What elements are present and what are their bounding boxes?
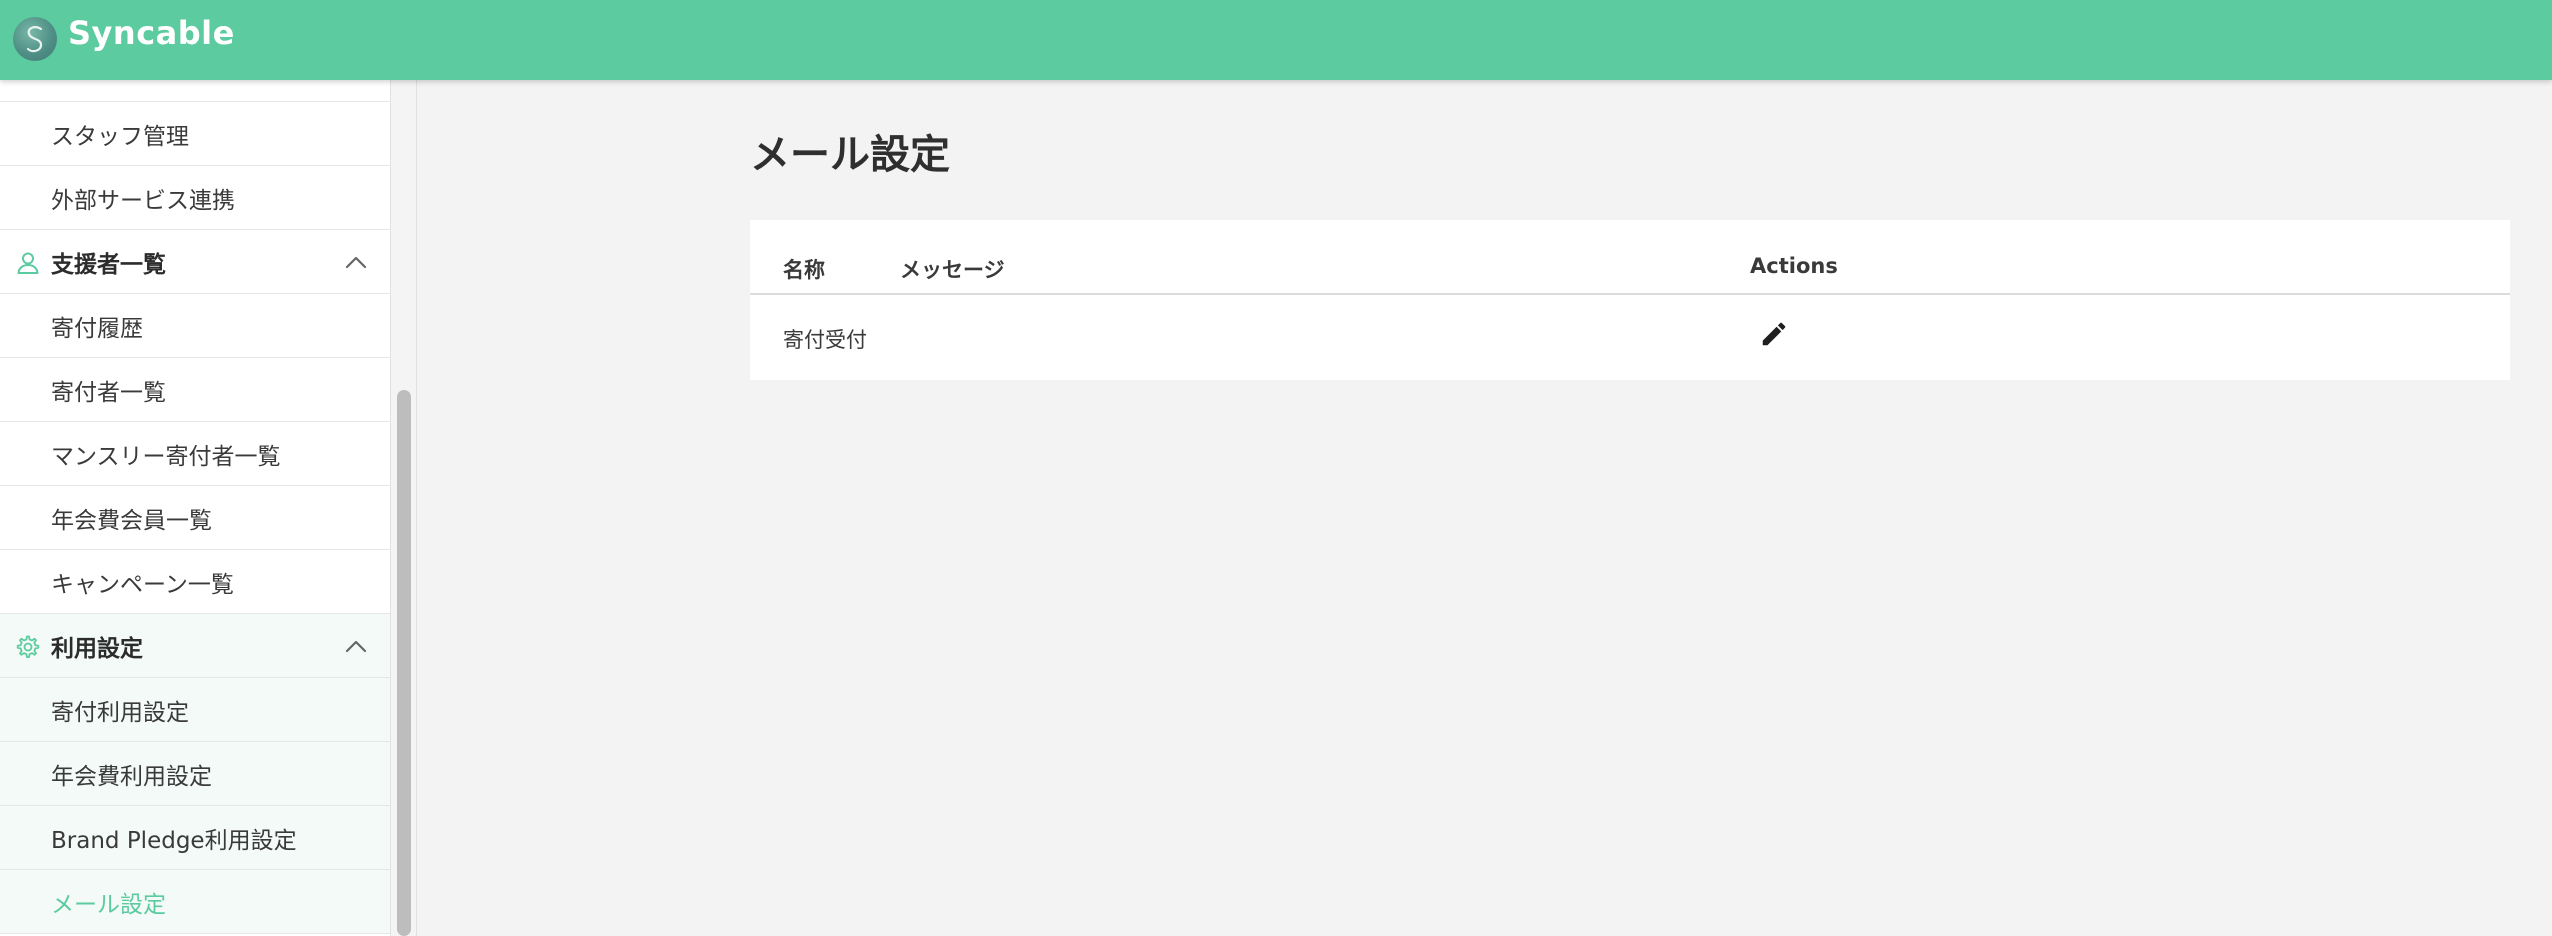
sidebar-item-partial [0,80,390,102]
chevron-up-icon[interactable] [344,636,368,656]
sidebar-item-monthly-donors[interactable]: マンスリー寄付者一覧 [0,422,390,486]
sidebar-item-donation-settings[interactable]: 寄付利用設定 [0,678,390,742]
sidebar-item-campaigns[interactable]: キャンペーン一覧 [0,550,390,614]
sidebar-item-label: 寄付者一覧 [51,379,166,406]
sidebar-item-label: 外部サービス連携 [51,187,235,214]
gear-icon [15,634,41,660]
sidebar-item-label: 寄付利用設定 [51,699,189,726]
sidebar-group-label: 支援者一覧 [51,251,166,278]
column-header-actions: Actions [1750,254,1838,278]
sidebar-item-label: 年会費利用設定 [51,763,212,790]
sidebar-item-mail-settings[interactable]: メール設定 [0,870,390,934]
cell-name: 寄付受付 [783,328,867,352]
sidebar-item-external-services[interactable]: 外部サービス連携 [0,166,390,230]
sidebar-item-annual-fee-settings[interactable]: 年会費利用設定 [0,742,390,806]
edit-button[interactable] [1752,314,1796,358]
chevron-up-icon[interactable] [344,252,368,272]
syncable-logo-icon[interactable] [13,17,57,61]
sidebar-scrollbar-thumb[interactable] [397,390,411,936]
page-title: メール設定 [750,132,950,178]
sidebar-group-label: 利用設定 [51,635,143,662]
sidebar-item-annual-members[interactable]: 年会費会員一覧 [0,486,390,550]
sidebar-item-brand-pledge-settings[interactable]: Brand Pledge利用設定 [0,806,390,870]
sidebar-item-donors[interactable]: 寄付者一覧 [0,358,390,422]
sidebar-item-label: キャンペーン一覧 [51,571,234,598]
sidebar-item-label: 年会費会員一覧 [51,507,212,534]
brand-name[interactable]: Syncable [68,14,235,52]
sidebar-item-label: マンスリー寄付者一覧 [51,443,281,470]
sidebar-item-label: 寄付履歴 [51,315,143,342]
table-header-divider [750,293,2510,295]
column-header-name: 名称 [783,258,825,282]
sidebar-item-donation-history[interactable]: 寄付履歴 [0,294,390,358]
top-app-bar: Syncable [0,0,2552,80]
pencil-icon [1759,319,1789,353]
sidebar-item-label: スタッフ管理 [51,123,189,150]
sidebar-nav: スタッフ管理 外部サービス連携 支援者一覧 寄付履歴 寄付者一覧 マンスリー寄付… [0,80,390,936]
sidebar-item-label: Brand Pledge利用設定 [51,827,297,854]
sidebar-group-settings[interactable]: 利用設定 [0,614,390,678]
column-header-message: メッセージ [900,258,1005,282]
mail-settings-table: 名称 メッセージ Actions 寄付受付 [750,220,2510,380]
sidebar-item-label: メール設定 [51,891,166,918]
sidebar-item-staff[interactable]: スタッフ管理 [0,102,390,166]
person-icon [15,250,41,276]
sidebar-group-supporters[interactable]: 支援者一覧 [0,230,390,294]
